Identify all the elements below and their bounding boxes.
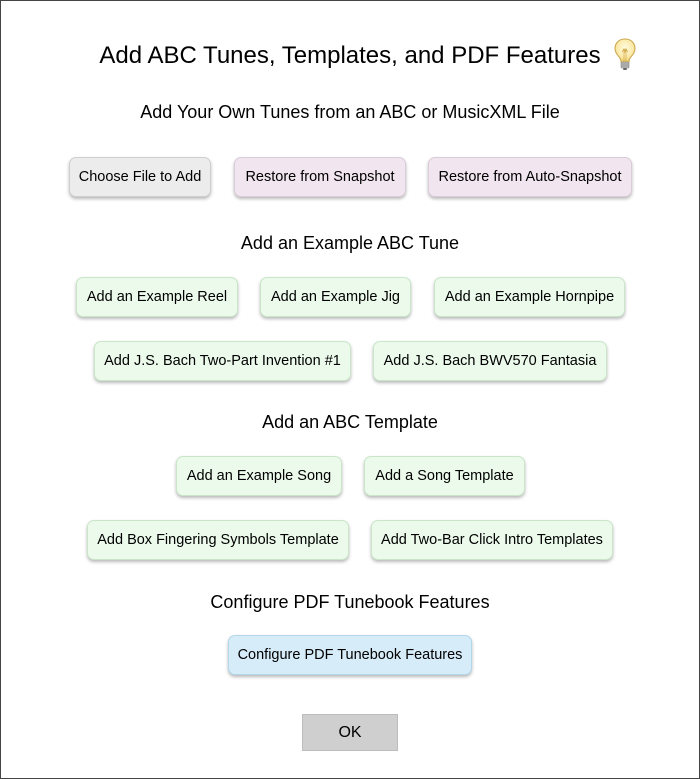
section-own-tunes-title: Add Your Own Tunes from an ABC or MusicX…	[140, 102, 560, 122]
section-template-title: Add an ABC Template	[262, 412, 438, 432]
add-tunes-dialog: Add ABC Tunes, Templates, and PDF Featur…	[0, 0, 700, 779]
ok-button[interactable]: OK	[302, 714, 398, 751]
add-example-hornpipe-button[interactable]: Add an Example Hornpipe	[434, 277, 625, 317]
choose-file-button[interactable]: Choose File to Add	[69, 157, 211, 197]
add-two-bar-click-button[interactable]: Add Two-Bar Click Intro Templates	[371, 520, 613, 560]
add-bach-invention-button[interactable]: Add J.S. Bach Two-Part Invention #1	[94, 341, 351, 381]
dialog-title: Add ABC Tunes, Templates, and PDF Featur…	[99, 42, 601, 69]
add-bach-fantasia-button[interactable]: Add J.S. Bach BWV570 Fantasia	[373, 341, 607, 381]
configure-pdf-button[interactable]: Configure PDF Tunebook Features	[228, 635, 472, 675]
lightbulb-icon[interactable]	[613, 37, 637, 71]
section-example-title: Add an Example ABC Tune	[240, 233, 460, 253]
add-example-reel-button[interactable]: Add an Example Reel	[76, 277, 238, 317]
add-box-fingering-button[interactable]: Add Box Fingering Symbols Template	[87, 520, 349, 560]
restore-auto-snapshot-button[interactable]: Restore from Auto-Snapshot	[428, 157, 632, 197]
restore-snapshot-button[interactable]: Restore from Snapshot	[234, 157, 406, 197]
add-song-template-button[interactable]: Add a Song Template	[364, 456, 525, 496]
add-example-song-button[interactable]: Add an Example Song	[176, 456, 342, 496]
section-pdf-title: Configure PDF Tunebook Features	[210, 592, 490, 612]
add-example-jig-button[interactable]: Add an Example Jig	[260, 277, 411, 317]
